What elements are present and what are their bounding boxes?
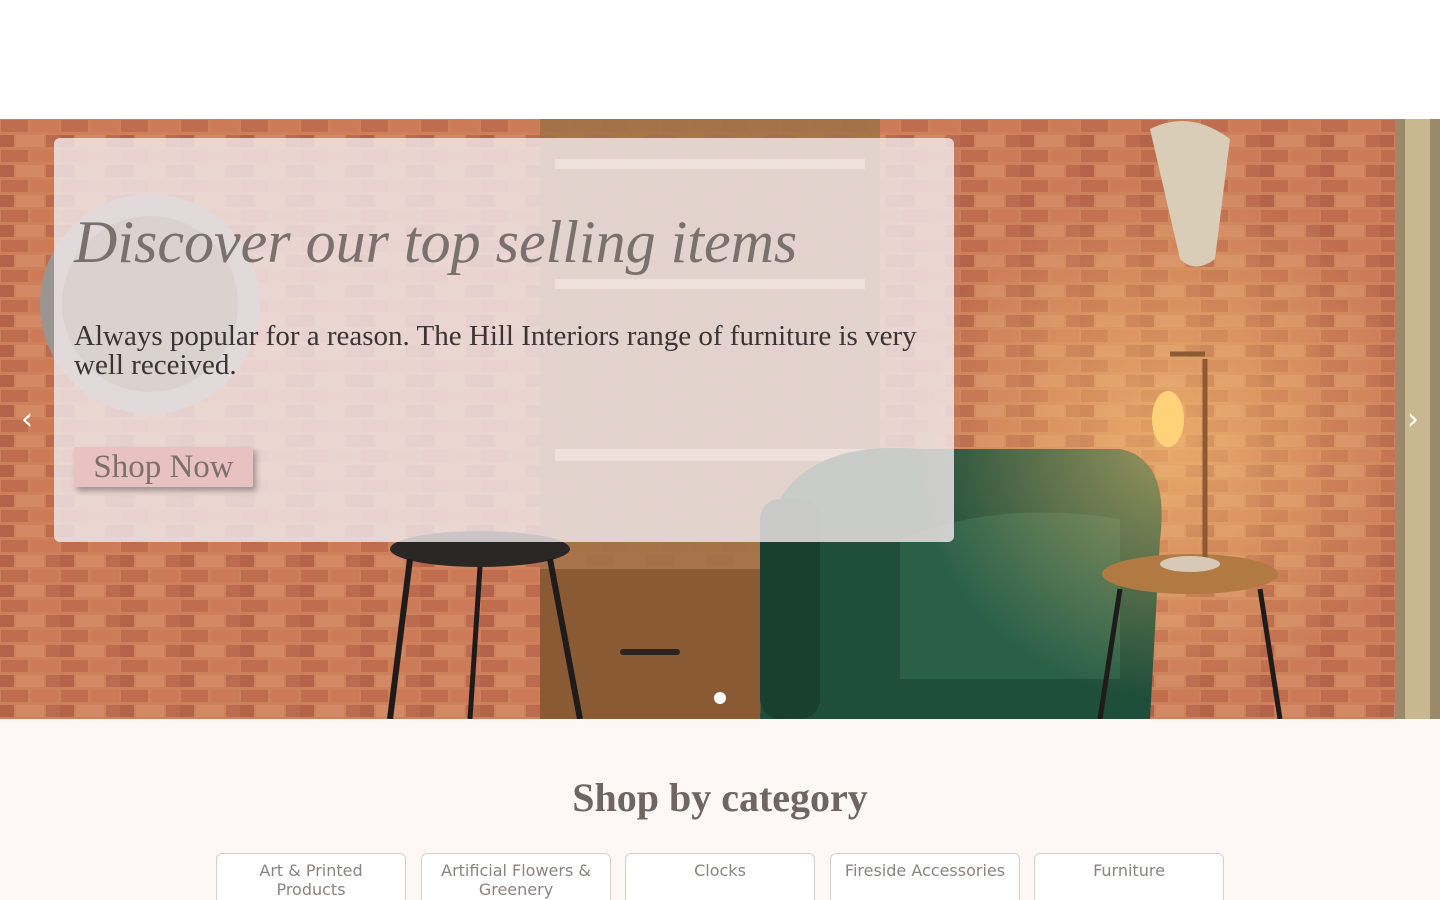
category-card-fireside-accessories[interactable]: Fireside Accessories (830, 853, 1020, 900)
category-card-artificial-flowers[interactable]: Artificial Flowers & Greenery (421, 853, 611, 900)
header-bar (0, 0, 1440, 119)
category-card-clocks[interactable]: Clocks (625, 853, 815, 900)
section-title: Shop by category (572, 775, 868, 820)
slider-dot[interactable] (714, 692, 726, 704)
category-card-furniture[interactable]: Furniture (1034, 853, 1224, 900)
hero-slider: Discover our top selling items Always po… (0, 119, 1440, 719)
hero-caption-panel: Discover our top selling items Always po… (54, 138, 954, 542)
slider-pagination (0, 691, 1440, 705)
category-list: Art & Printed Products Artificial Flower… (216, 853, 1226, 900)
hero-description: Always popular for a reason. The Hill In… (74, 320, 917, 381)
hero-title: Discover our top selling items (74, 209, 798, 275)
shop-now-button[interactable]: Shop Now (74, 447, 253, 487)
category-card-art-printed-products[interactable]: Art & Printed Products (216, 853, 406, 900)
chevron-right-icon[interactable]: › (1398, 402, 1428, 438)
chevron-left-icon[interactable]: ‹ (12, 402, 42, 438)
